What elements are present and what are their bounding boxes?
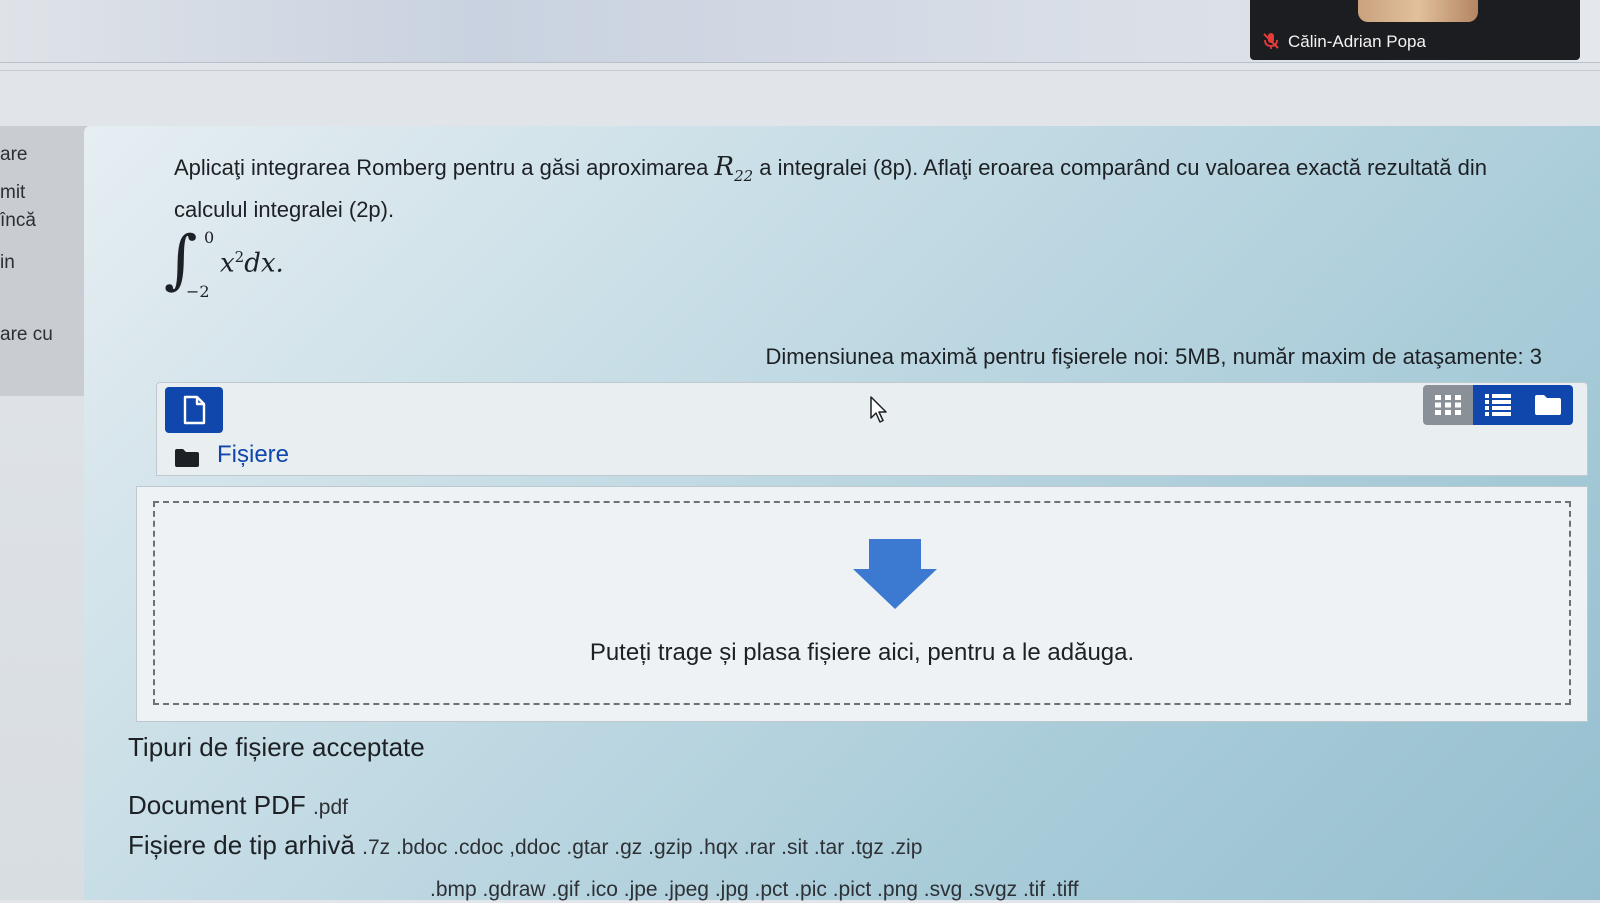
accepted-type-row: .bmp .gdraw .gif .ico .jpe .jpeg .jpg .p… [430,872,1079,903]
drop-zone-hint: Puteți trage și plasa fișiere aici, pent… [589,639,1135,666]
integrand-variable: x [220,248,235,279]
folder-icon [1535,395,1561,415]
tree-view-button[interactable] [1523,385,1573,425]
integral-upper-limit: 0 [204,228,215,247]
participant-name: Călin-Adrian Popa [1288,32,1426,51]
accepted-type-extensions: .pdf [312,796,348,819]
participant-video [1358,0,1478,22]
accepted-type-label: Fișiere de tip arhivă [128,830,355,860]
integrand-differential: dx. [244,248,284,279]
nav-text-fragment[interactable]: mit [0,182,25,204]
question-text-part1: Aplicaţi integrarea Romberg pentru a găs… [174,155,715,180]
accepted-type-row: Document PDF .pdf [128,790,348,821]
file-drop-zone[interactable]: Puteți trage și plasa fișiere aici, pent… [136,486,1588,722]
nav-text-fragment[interactable]: are [0,144,27,166]
add-file-button[interactable] [165,387,223,433]
question-text: Aplicaţi integrarea Romberg pentru a găs… [174,150,1554,227]
symbol-subscript: 22 [734,167,754,186]
accepted-type-extensions: .7z .bdoc .cdoc ,ddoc .gtar .gz .gzip .h… [362,836,923,859]
mouse-cursor-icon [870,396,887,423]
breadcrumb-files-link[interactable]: Fișiere [217,441,289,469]
divider [0,70,1600,71]
nav-text-fragment[interactable]: are cu [0,324,53,346]
nav-text-fragment[interactable]: încă [0,210,36,232]
video-participant-tile: Călin-Adrian Popa [1250,0,1580,60]
integrand-power: 2 [234,248,245,266]
integrand: x2dx. [220,248,284,279]
accepted-types-heading: Tipuri de fișiere acceptate [128,732,425,762]
view-mode-switcher [1423,385,1573,425]
mic-muted-icon [1263,33,1279,49]
romberg-symbol: R22 [714,152,754,186]
icons-view-button[interactable] [1423,385,1473,425]
folder-icon [175,449,199,467]
accepted-type-extensions: .bmp .gdraw .gif .ico .jpe .jpeg .jpg .p… [430,878,1079,901]
nav-text-fragment[interactable]: in [0,252,15,274]
max-size-note: Dimensiunea maximă pentru fişierele noi:… [765,344,1542,369]
download-arrow-icon [853,539,937,609]
add-file-icon [183,395,206,425]
accepted-type-label: Document PDF [128,790,306,820]
list-icon [1485,394,1511,416]
integral-lower-limit: −2 [186,282,210,301]
list-view-button[interactable] [1473,385,1523,425]
accepted-type-row: Fișiere de tip arhivă .7z .bdoc .cdoc ,d… [128,830,922,861]
symbol-letter: R [714,152,735,182]
integral-expression: ∫ 0 −2 x2dx. [164,223,324,306]
grid-icon [1435,395,1461,415]
